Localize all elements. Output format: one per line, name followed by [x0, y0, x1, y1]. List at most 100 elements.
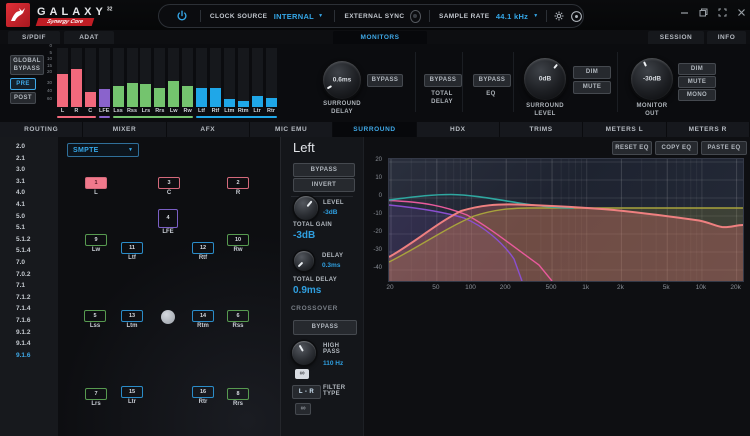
- surround-level-dim-button[interactable]: DIM: [573, 66, 611, 79]
- eq-x-tick: 20: [378, 284, 402, 291]
- minimize-button[interactable]: [680, 8, 689, 17]
- meter-track: [127, 48, 138, 107]
- link-button[interactable]: ∞: [295, 403, 311, 415]
- speaker-ltm[interactable]: 13: [121, 310, 143, 322]
- speaker-rrs[interactable]: 8: [227, 388, 249, 400]
- format-item[interactable]: 3.0: [16, 166, 25, 173]
- speaker-rss[interactable]: 6: [227, 310, 249, 322]
- external-sync-label: EXTERNAL SYNC: [344, 13, 404, 20]
- meter-scale-label: 60: [40, 96, 52, 101]
- copy-eq-button[interactable]: COPY EQ: [655, 141, 698, 155]
- speaker-lfe[interactable]: 4: [158, 209, 178, 228]
- speaker-r[interactable]: 2: [227, 177, 249, 189]
- monitor-out-dim-button[interactable]: DIM: [678, 63, 716, 75]
- format-item[interactable]: 7.1.6: [16, 317, 30, 324]
- tab-trims[interactable]: TRIMS: [500, 122, 583, 137]
- speaker-ltf[interactable]: 11: [121, 242, 143, 254]
- tab-session[interactable]: SESSION: [648, 31, 704, 44]
- tab-mixer[interactable]: MIXER: [83, 122, 166, 137]
- format-item[interactable]: 7.0.2: [16, 271, 30, 278]
- monitor-out-knob[interactable]: -30dB: [631, 58, 673, 100]
- link-button[interactable]: ∞: [295, 369, 309, 379]
- format-item[interactable]: 3.1: [16, 178, 25, 185]
- tab-afx[interactable]: AFX: [167, 122, 250, 137]
- surround-level-mute-button[interactable]: MUTE: [573, 81, 611, 94]
- layout-standard-select[interactable]: SMPTE ▼: [67, 143, 139, 157]
- clock-source-select[interactable]: INTERNAL▼: [274, 12, 323, 21]
- total-delay-bypass-button[interactable]: BYPASS: [424, 74, 462, 87]
- close-button[interactable]: [737, 8, 746, 17]
- eq-graph[interactable]: [388, 158, 744, 282]
- format-item[interactable]: 4.1: [16, 201, 25, 208]
- restore-button[interactable]: [699, 8, 708, 17]
- channel-invert-button[interactable]: INVERT: [293, 178, 355, 192]
- tab-spdif[interactable]: S/PDIF: [8, 31, 60, 44]
- sample-rate-select[interactable]: 44.1 kHz▼: [496, 12, 538, 21]
- tab-surround[interactable]: SURROUND: [333, 122, 416, 137]
- format-item[interactable]: 2.1: [16, 155, 25, 162]
- tab-adat[interactable]: ADAT: [64, 31, 114, 44]
- channel-bypass-button[interactable]: BYPASS: [293, 163, 355, 177]
- post-button[interactable]: POST: [10, 92, 36, 104]
- speaker-rw[interactable]: 10: [227, 234, 249, 246]
- format-item[interactable]: 7.1.4: [16, 305, 30, 312]
- tab-routing[interactable]: ROUTING: [0, 122, 83, 137]
- format-item[interactable]: 4.0: [16, 189, 25, 196]
- speaker-l[interactable]: 1: [85, 177, 107, 189]
- meter-track: [154, 48, 165, 107]
- power-button[interactable]: [176, 10, 188, 22]
- format-item[interactable]: 5.1.2: [16, 236, 30, 243]
- tab-meters-l[interactable]: METERS L: [583, 122, 666, 137]
- tab-monitors[interactable]: MONITORS: [333, 31, 427, 44]
- reset-eq-button[interactable]: RESET EQ: [612, 141, 652, 155]
- pre-button[interactable]: PRE: [10, 78, 36, 90]
- settings-gear-icon[interactable]: [553, 10, 565, 22]
- meter-track: [71, 48, 82, 107]
- monitor-out-mute-button[interactable]: MUTE: [678, 76, 716, 88]
- tab-meters-r[interactable]: METERS R: [667, 122, 750, 137]
- format-item[interactable]: 7.0: [16, 259, 25, 266]
- speaker-rtf[interactable]: 12: [192, 242, 214, 254]
- format-item[interactable]: 5.1: [16, 224, 25, 231]
- crossover-bypass-button[interactable]: BYPASS: [293, 320, 357, 335]
- format-item[interactable]: 9.1.2: [16, 329, 30, 336]
- display-scope-icon[interactable]: [570, 10, 583, 23]
- global-bypass-button[interactable]: GLOBAL BYPASS: [10, 55, 44, 75]
- speaker-lw[interactable]: 9: [85, 234, 107, 246]
- speaker-rtm[interactable]: 14: [192, 310, 214, 322]
- titlebar: GALAXY32 Synergy Core CLOCK SOURCE INTER…: [0, 0, 750, 30]
- speaker-c[interactable]: 3: [158, 177, 180, 189]
- format-item[interactable]: 5.1.4: [16, 247, 30, 254]
- format-item[interactable]: 2.0: [16, 143, 25, 150]
- fullscreen-button[interactable]: [718, 8, 727, 17]
- speaker-ltr[interactable]: 15: [121, 386, 143, 398]
- speaker-lss[interactable]: 5: [84, 310, 106, 322]
- meter-channel-label: C: [83, 108, 98, 114]
- surround-level-knob[interactable]: 0dB: [524, 58, 566, 100]
- chevron-down-icon: ▼: [128, 147, 133, 153]
- speaker-rtr[interactable]: 16: [192, 386, 214, 398]
- speaker-label: Ltf: [117, 255, 147, 261]
- format-item[interactable]: 7.1: [16, 282, 25, 289]
- speaker-lrs[interactable]: 7: [85, 388, 107, 400]
- format-item[interactable]: 9.1.6: [16, 352, 30, 359]
- eq-x-tick: 200: [493, 284, 517, 291]
- monitor-out-mono-button[interactable]: MONO: [678, 89, 716, 101]
- external-sync-button[interactable]: [410, 10, 421, 23]
- eq-y-tick: -10: [362, 211, 382, 217]
- delay-knob[interactable]: [294, 251, 314, 271]
- level-knob[interactable]: [294, 196, 318, 220]
- format-item[interactable]: 9.1.4: [16, 340, 30, 347]
- tab-info[interactable]: INFO: [707, 31, 746, 44]
- meter-scale-label: 0: [40, 43, 52, 48]
- filter-type-button[interactable]: L - R: [292, 385, 321, 399]
- format-item[interactable]: 7.1.2: [16, 294, 30, 301]
- format-item[interactable]: 5.0: [16, 213, 25, 220]
- surround-delay-knob[interactable]: 0.6ms: [323, 61, 361, 99]
- highpass-knob[interactable]: [292, 341, 316, 365]
- tab-mic-emu[interactable]: MIC EMU: [250, 122, 333, 137]
- eq-bypass-button[interactable]: BYPASS: [473, 74, 511, 87]
- paste-eq-button[interactable]: PASTE EQ: [701, 141, 747, 155]
- surround-delay-bypass-button[interactable]: BYPASS: [367, 74, 403, 87]
- tab-hdx[interactable]: HDX: [417, 122, 500, 137]
